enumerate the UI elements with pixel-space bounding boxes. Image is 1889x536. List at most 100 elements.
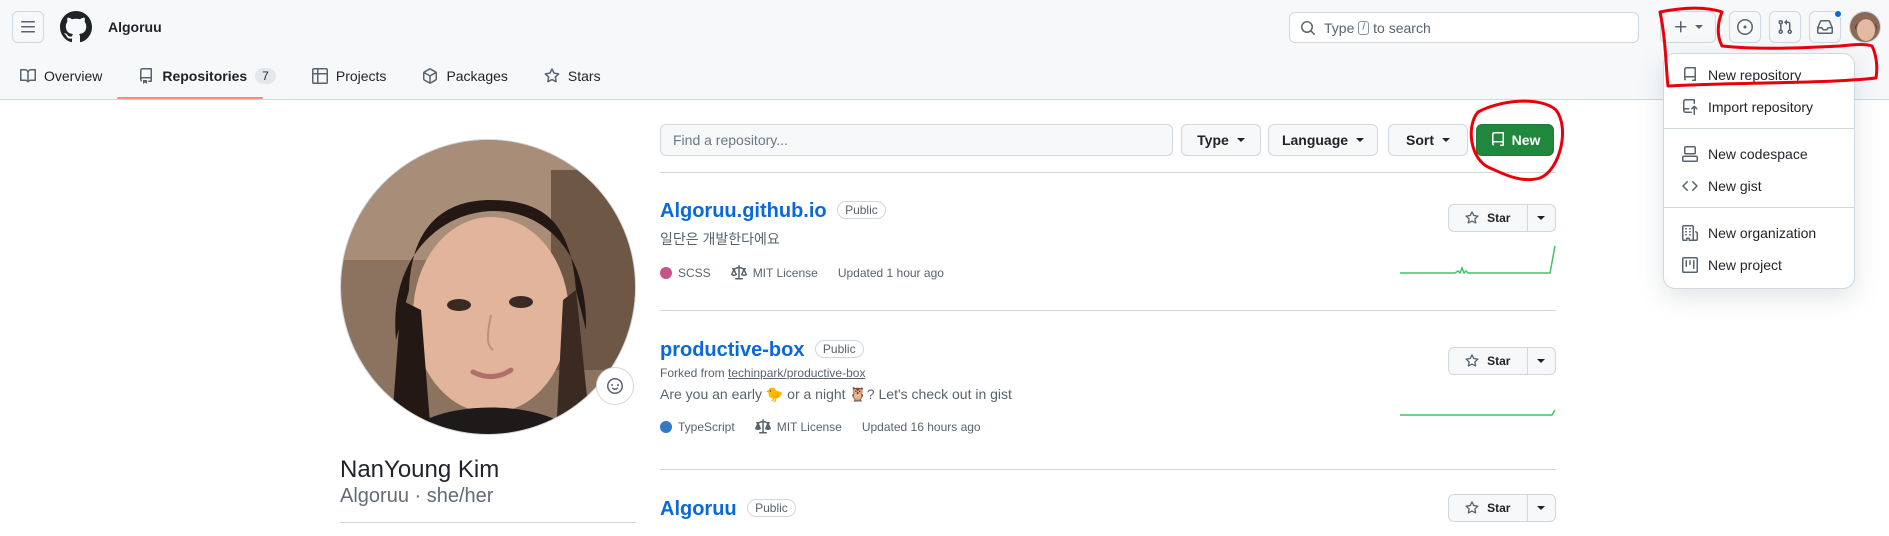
menu-item-new-gist[interactable]: New gist (1672, 171, 1848, 201)
star-button[interactable]: Star (1449, 205, 1528, 231)
language-color-dot (660, 421, 672, 433)
star-button[interactable]: Star (1449, 348, 1528, 374)
menu-item-label: New repository (1708, 67, 1802, 83)
profile-avatar[interactable] (340, 139, 636, 435)
caret-down-icon (1236, 138, 1245, 142)
issues-button[interactable] (1729, 11, 1761, 43)
sort-button[interactable]: Sort (1388, 124, 1468, 156)
star-label: Star (1487, 354, 1511, 368)
repo-divider (660, 310, 1556, 311)
create-new-menu: New repository Import repository New cod… (1663, 53, 1855, 289)
repo-language: SCSS (660, 266, 711, 280)
repo-name-link[interactable]: Algoruu.github.io (660, 200, 827, 222)
law-icon (754, 419, 771, 434)
context-username[interactable]: Algoruu (108, 19, 162, 35)
repo-language-name: TypeScript (678, 420, 735, 434)
menu-button[interactable] (12, 11, 44, 43)
visibility-badge: Public (747, 499, 796, 517)
tab-stars[interactable]: Stars (524, 60, 617, 91)
new-repository-button[interactable]: New (1476, 124, 1554, 156)
active-tab-indicator (117, 97, 263, 99)
tab-packages-label: Packages (446, 67, 508, 84)
star-icon (1465, 354, 1479, 367)
search-placeholder-end: to search (1373, 19, 1431, 36)
star-list-dropdown[interactable] (1528, 205, 1555, 231)
menu-item-label: New codespace (1708, 146, 1808, 162)
type-filter-label: Type (1197, 132, 1229, 148)
code-icon (1682, 180, 1698, 192)
language-filter-button[interactable]: Language (1268, 124, 1378, 156)
visibility-badge: Public (837, 201, 886, 219)
tab-packages[interactable]: Packages (402, 60, 523, 91)
menu-item-label: New gist (1708, 178, 1762, 194)
notifications-button[interactable] (1809, 10, 1842, 43)
activity-sparkline (1400, 245, 1556, 274)
star-list-dropdown[interactable] (1528, 348, 1555, 374)
tab-projects[interactable]: Projects (292, 60, 403, 91)
repo-meta: TypeScript MIT License Updated 16 hours … (660, 419, 1556, 435)
find-repository-input[interactable]: Find a repository... (660, 124, 1173, 156)
menu-item-import-repository[interactable]: Import repository (1672, 92, 1848, 122)
repo-item: productive-box Public Forked from techin… (660, 339, 1556, 435)
new-button-label: New (1511, 132, 1541, 148)
git-pull-request-icon (1778, 19, 1793, 35)
language-filter-label: Language (1281, 132, 1349, 148)
caret-down-icon (1537, 506, 1546, 510)
repo-license-name: MIT License (752, 266, 818, 280)
caret-down-icon (1537, 359, 1546, 363)
pull-requests-button[interactable] (1769, 11, 1801, 43)
type-filter-button[interactable]: Type (1181, 124, 1261, 156)
search-shortcut-key: / (1358, 20, 1370, 35)
menu-item-new-repository[interactable]: New repository (1672, 60, 1848, 90)
profile-username-pronouns: Algoruu · she/her (340, 485, 494, 507)
repo-name-link[interactable]: Algoruu (660, 498, 737, 520)
caret-down-icon (1537, 216, 1546, 220)
create-new-button[interactable] (1660, 11, 1716, 43)
star-button-group: Star (1448, 347, 1556, 375)
unread-indicator (1834, 10, 1842, 18)
repo-item: Algoruu Public (660, 498, 1556, 521)
github-logo-icon[interactable] (60, 11, 92, 43)
chevron-down-icon (1695, 25, 1703, 29)
tab-overview[interactable]: Overview (0, 60, 118, 91)
repo-license: MIT License (754, 419, 842, 435)
set-status-button[interactable] (596, 367, 634, 405)
star-icon (1465, 211, 1479, 224)
search-input[interactable]: Type / to search (1289, 12, 1639, 43)
law-icon (730, 265, 747, 280)
menu-item-new-organization[interactable]: New organization (1672, 218, 1848, 248)
repo-license-name: MIT License (776, 420, 842, 434)
repo-name-link[interactable]: productive-box (660, 339, 804, 361)
forked-from-link[interactable]: techinpark/productive-box (728, 366, 865, 380)
visibility-badge: Public (814, 340, 864, 358)
repo-icon (140, 67, 153, 84)
menu-item-new-codespace[interactable]: New codespace (1672, 139, 1848, 169)
book-icon (20, 68, 36, 82)
repositories-count-badge: 7 (255, 67, 276, 84)
repo-icon (1684, 67, 1696, 81)
caret-down-icon (1442, 138, 1450, 142)
project-icon (1682, 257, 1698, 273)
star-button-group: Star (1448, 494, 1556, 522)
forked-from-line: Forked from techinpark/productive-box (660, 366, 1556, 380)
language-color-dot (660, 267, 672, 279)
star-button[interactable]: Star (1449, 495, 1528, 521)
repo-updated: Updated 16 hours ago (861, 420, 981, 434)
star-icon (1465, 501, 1479, 514)
star-icon (544, 67, 560, 82)
table-icon (311, 67, 328, 84)
profile-tab-nav: Overview Repositories 7 Projects Package… (0, 60, 617, 100)
star-list-dropdown[interactable] (1528, 495, 1555, 521)
menu-item-label: New organization (1708, 225, 1817, 241)
menu-item-label: New project (1708, 257, 1782, 273)
menu-separator (1664, 207, 1854, 208)
menu-item-new-project[interactable]: New project (1672, 250, 1848, 280)
tab-repositories[interactable]: Repositories 7 (118, 60, 292, 91)
menu-separator (1664, 128, 1854, 129)
smiley-icon (607, 378, 623, 394)
menu-item-label: Import repository (1708, 99, 1814, 115)
user-avatar[interactable] (1849, 11, 1881, 43)
inbox-icon (1817, 20, 1833, 34)
codespaces-icon (1682, 146, 1698, 162)
tab-stars-label: Stars (567, 67, 601, 84)
